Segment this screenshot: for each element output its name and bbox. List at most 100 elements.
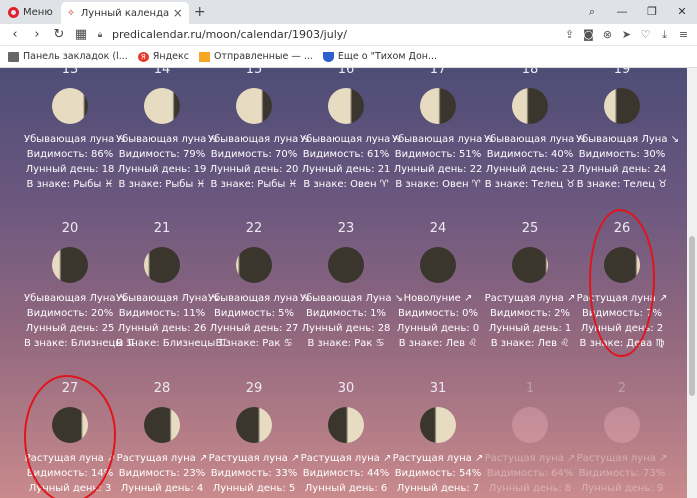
calendar-day[interactable]: 24 Новолуние ↗ Видимость: 0% Лунный день: 0… bbox=[392, 221, 484, 351]
calendar-day[interactable]: 15 Убывающая луна ↘ Видимость: 70% Лунный д… bbox=[208, 68, 310, 192]
moon-phase-icon bbox=[328, 407, 364, 443]
camera-icon[interactable]: ◙ bbox=[579, 28, 598, 42]
url-field[interactable]: predicalendar.ru/moon/calendar/1903/july… bbox=[112, 28, 347, 41]
calendar-day[interactable]: 19 Убывающая Луна ↘ Видимость: 30% Лунный д… bbox=[576, 68, 679, 192]
visibility-label: Видимость: 79% bbox=[118, 149, 206, 160]
moon-phase-label: Растущая луна ↗ bbox=[116, 453, 208, 464]
lock-icon[interactable]: 🔒︎ bbox=[92, 30, 108, 40]
window-controls: ⌕ — ❐ ✕ bbox=[577, 5, 697, 19]
scrollbar-thumb[interactable] bbox=[689, 236, 695, 396]
calendar-day[interactable]: 29 Растущая луна ↗ Видимость: 33% Лунный де… bbox=[208, 381, 300, 496]
calendar-day[interactable]: 16 Убывающая луна ↘ Видимость: 61% Лунный д… bbox=[300, 68, 402, 192]
day-number: 25 bbox=[521, 221, 539, 236]
visibility-label: Видимость: 1% bbox=[305, 308, 387, 319]
tab-close-icon[interactable]: × bbox=[173, 6, 183, 20]
visibility-label: Видимость: 44% bbox=[302, 468, 390, 479]
minimize-icon[interactable]: — bbox=[607, 5, 637, 19]
moon-calendar: 13 Убывающая луна ↘ Видимость: 86% Лунный д… bbox=[0, 68, 687, 498]
lunar-day-label: Лунный день: 8 bbox=[488, 483, 572, 494]
visibility-label: Видимость: 33% bbox=[210, 468, 298, 479]
calendar-day[interactable]: 1 Растущая луна ↗ Видимость: 64% Лунный ден… bbox=[484, 381, 576, 496]
zodiac-sign-label: В знаке: Овен ♈ bbox=[303, 179, 389, 190]
calendar-day[interactable]: 20 Убывающая Луна ↘ Видимость: 20% Лунный д… bbox=[24, 221, 136, 351]
moon-phase-icon bbox=[52, 88, 88, 124]
share-icon[interactable]: ⇪ bbox=[560, 28, 579, 42]
bookmark-heart-icon[interactable]: ♡ bbox=[636, 28, 655, 42]
calendar-day[interactable]: 17 Убывающая луна ↘ Видимость: 51% Лунный д… bbox=[392, 68, 494, 192]
bookmark-item[interactable]: Отправленные — ... bbox=[198, 51, 313, 62]
moon-phase-label: Растущая луна ↗ bbox=[484, 293, 576, 304]
day-number: 19 bbox=[613, 68, 631, 77]
zodiac-sign-label: В знаке: Телец ♉ bbox=[484, 179, 576, 190]
lunar-day-label: Лунный день: 25 bbox=[25, 323, 115, 334]
restore-icon[interactable]: ❐ bbox=[637, 5, 667, 19]
visibility-label: Видимость: 86% bbox=[26, 149, 114, 160]
back-icon[interactable]: ‹ bbox=[4, 27, 26, 42]
day-number: 31 bbox=[429, 381, 447, 396]
search-tabs-icon[interactable]: ⌕ bbox=[577, 5, 607, 19]
calendar-day[interactable]: 25 Растущая луна ↗ Видимость: 2% Лунный ден… bbox=[484, 221, 576, 351]
lunar-day-label: Лунный день: 5 bbox=[212, 483, 296, 494]
address-bar: ‹ › ↻ ▦ 🔒︎ predicalendar.ru/moon/calenda… bbox=[0, 24, 697, 46]
bookmark-item[interactable]: Еще о "Тихом Дон... bbox=[322, 51, 437, 62]
send-icon[interactable]: ➤ bbox=[617, 28, 636, 42]
visibility-label: Видимость: 23% bbox=[118, 468, 206, 479]
calendar-day[interactable]: 14 Убывающая луна ↘ Видимость: 79% Лунный д… bbox=[116, 68, 218, 192]
calendar-day[interactable]: 2 Растущая луна ↗ Видимость: 73% Лунный ден… bbox=[576, 381, 668, 496]
visibility-label: Видимость: 64% bbox=[486, 468, 574, 479]
opera-menu-button[interactable]: Меню bbox=[0, 0, 61, 24]
zodiac-sign-label: В знаке: Лев ♌ bbox=[398, 338, 478, 349]
download-icon[interactable]: ⤓ bbox=[655, 28, 674, 42]
visibility-label: Видимость: 70% bbox=[210, 149, 298, 160]
bookmark-item[interactable]: Панель закладок (l... bbox=[8, 51, 128, 62]
zodiac-sign-label: В знаке: Близнецы ♊ bbox=[24, 338, 136, 349]
address-bar-actions: ⇪ ◙ ⊗ ➤ ♡ ⤓ ≡ bbox=[560, 28, 693, 42]
lunar-day-label: Лунный день: 26 bbox=[117, 323, 207, 334]
bookmark-item[interactable]: Я Яндекс bbox=[137, 51, 189, 62]
day-number: 22 bbox=[245, 221, 263, 236]
calendar-day[interactable]: 31 Растущая луна ↗ Видимость: 54% Лунный де… bbox=[392, 381, 484, 496]
lunar-day-label: Лунный день: 20 bbox=[209, 164, 299, 175]
lunar-day-label: Лунный день: 21 bbox=[301, 164, 391, 175]
lunar-day-label: Лунный день: 24 bbox=[577, 164, 667, 175]
moon-phase-icon bbox=[144, 88, 180, 124]
moon-phase-label: Убывающая луна ↘ bbox=[208, 293, 310, 304]
moon-phase-icon bbox=[236, 407, 272, 443]
zodiac-sign-label: В знаке: Рак ♋ bbox=[215, 338, 293, 349]
moon-phase-icon bbox=[144, 247, 180, 283]
browser-tab-bar: Меню ✧ Лунный календарь на Ию × + ⌕ — ❐ … bbox=[0, 0, 697, 24]
calendar-day[interactable]: 28 Растущая луна ↗ Видимость: 23% Лунный де… bbox=[116, 381, 208, 496]
day-number: 17 bbox=[429, 68, 447, 77]
day-number: 29 bbox=[245, 381, 263, 396]
lunar-day-label: Лунный день: 6 bbox=[304, 483, 388, 494]
moon-phase-label: Убывающая Луна ↘ bbox=[576, 134, 679, 145]
moon-phase-icon bbox=[236, 247, 272, 283]
easy-setup-icon[interactable]: ≡ bbox=[674, 28, 693, 42]
page-scrollbar[interactable] bbox=[687, 68, 697, 498]
close-window-icon[interactable]: ✕ bbox=[667, 5, 697, 19]
moon-phase-label: Убывающая Луна ↘ bbox=[24, 293, 127, 304]
calendar-day[interactable]: 23 Убывающая Луна ↘ Видимость: 1% Лунный де… bbox=[300, 221, 403, 351]
moon-phase-label: Убывающая луна ↘ bbox=[484, 134, 586, 145]
folder-icon bbox=[8, 51, 19, 62]
moon-phase-label: Новолуние ↗ bbox=[403, 293, 473, 304]
calendar-day[interactable]: 18 Убывающая луна ↘ Видимость: 40% Лунный д… bbox=[484, 68, 586, 192]
zodiac-sign-label: В знаке: Рыбы ♓ bbox=[118, 179, 206, 190]
lunar-day-label: Лунный день: 19 bbox=[117, 164, 207, 175]
calendar-day[interactable]: 30 Растущая луна ↗ Видимость: 44% Лунный де… bbox=[300, 381, 392, 496]
moon-phase-icon bbox=[604, 88, 640, 124]
zodiac-sign-label: В знаке: Рак ♋ bbox=[307, 338, 385, 349]
calendar-day[interactable]: 13 Убывающая луна ↘ Видимость: 86% Лунный д… bbox=[24, 68, 126, 192]
calendar-day[interactable]: 22 Убывающая луна ↘ Видимость: 5% Лунный де… bbox=[208, 221, 310, 351]
speed-dial-icon[interactable]: ▦ bbox=[70, 27, 92, 42]
moon-phase-icon bbox=[328, 88, 364, 124]
forward-icon[interactable]: › bbox=[26, 27, 48, 42]
lunar-day-label: Лунный день: 1 bbox=[488, 323, 572, 334]
moon-phase-label: Убывающая луна ↘ bbox=[208, 134, 310, 145]
new-tab-icon[interactable]: + bbox=[189, 4, 211, 20]
calendar-day[interactable]: 21 Убывающая Луна ↘ Видимость: 11% Лунный д… bbox=[116, 221, 227, 351]
reload-icon[interactable]: ↻ bbox=[48, 27, 70, 42]
adblock-icon[interactable]: ⊗ bbox=[598, 28, 617, 42]
browser-tab[interactable]: ✧ Лунный календарь на Ию × bbox=[60, 2, 189, 24]
moon-phase-icon bbox=[512, 247, 548, 283]
